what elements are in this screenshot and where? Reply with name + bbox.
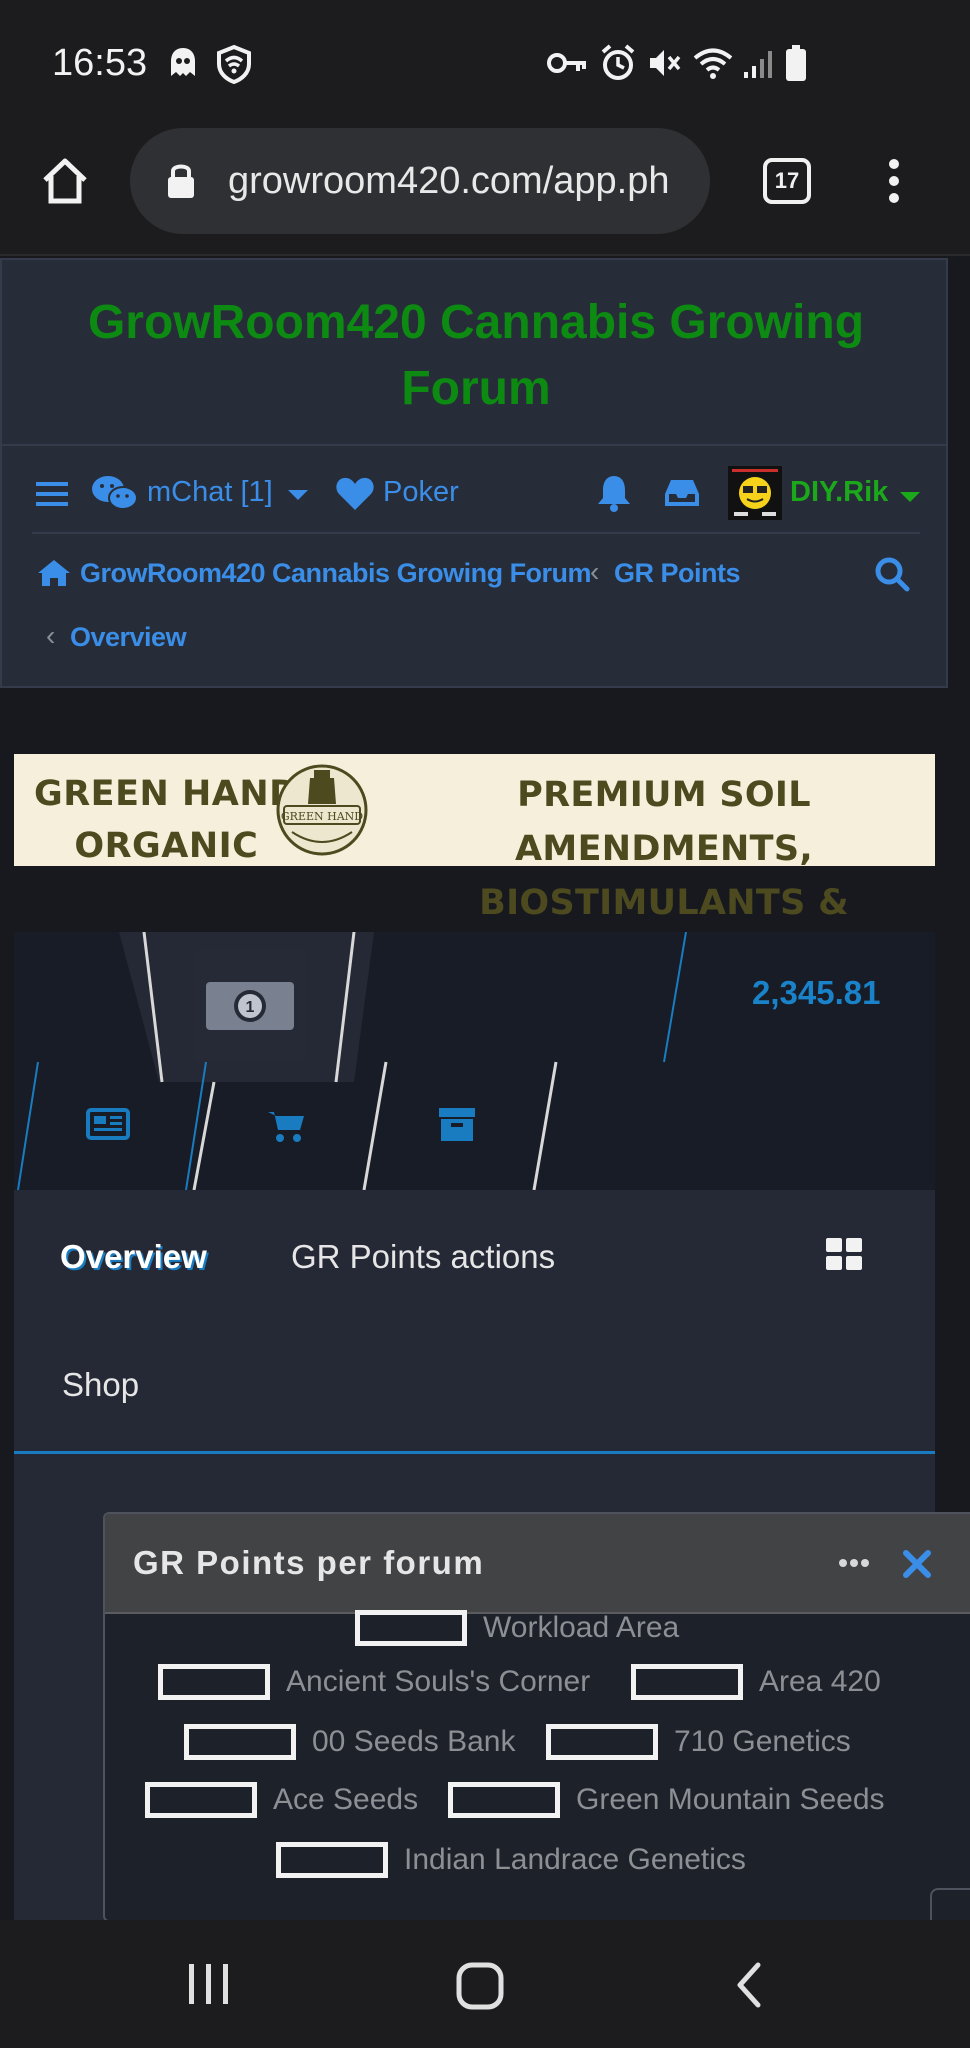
forum-name: Green Mountain Seeds [576, 1783, 885, 1816]
tab-overview[interactable]: Overview [60, 1238, 207, 1276]
forum-title[interactable]: GrowRoom420 Cannabis Growing Forum [22, 290, 930, 422]
status-bar: 16:53 [0, 0, 970, 128]
home-circle-icon[interactable] [456, 1962, 504, 2010]
status-time: 16:53 [52, 42, 148, 84]
points-tabs: Overview GR Points actions Shop [14, 1190, 935, 1454]
green-hand-logo: GREEN HAND [270, 762, 374, 858]
advertisement-banner[interactable]: GREEN HAND ORGANIC GREEN HAND PREMIUM SO… [14, 754, 935, 977]
list-item: Indian Landrace Genetics [276, 1840, 746, 1880]
hamburger-menu-icon[interactable] [36, 480, 68, 508]
close-icon[interactable] [903, 1550, 931, 1578]
heart-icon[interactable] [335, 476, 375, 512]
tab-switcher-button[interactable]: 17 [763, 158, 811, 204]
forum-points-bar [631, 1664, 743, 1700]
tab-shop[interactable]: Shop [62, 1366, 139, 1404]
list-item: 00 Seeds Bank [184, 1722, 515, 1762]
archive-icon[interactable] [438, 1106, 476, 1142]
shield-wifi-icon [217, 44, 251, 84]
grid-icon[interactable] [826, 1238, 862, 1270]
tab-gr-points-actions[interactable]: GR Points actions [291, 1238, 555, 1276]
mchat-link[interactable]: mChat [1] [147, 476, 273, 509]
modal-title: GR Points per forum [133, 1544, 485, 1581]
home-icon[interactable] [40, 156, 90, 206]
search-icon[interactable] [874, 556, 910, 592]
money-icon: 1 [206, 982, 294, 1030]
more-vert-icon[interactable] [884, 158, 904, 204]
chat-icon[interactable] [90, 474, 138, 512]
forum-name: Indian Landrace Genetics [404, 1843, 746, 1876]
url-text: growroom420.com/app.ph [228, 160, 670, 202]
cart-icon[interactable] [266, 1108, 306, 1144]
fist-logo-icon: GREEN HAND [276, 764, 368, 856]
forum-points-list: Workload Area Ancient Souls's Corner Are… [105, 1610, 970, 1920]
mute-icon [650, 50, 681, 76]
poker-link[interactable]: Poker [383, 476, 459, 509]
list-item: Area 420 [631, 1662, 881, 1702]
list-item: Green Mountain Seeds [448, 1780, 885, 1820]
user-menu-chevron-icon[interactable] [898, 490, 922, 504]
forum-name: Ace Seeds [273, 1783, 419, 1816]
newspaper-icon[interactable] [86, 1108, 130, 1140]
banner-brand-text: GREEN HAND ORGANIC [34, 774, 299, 866]
battery-icon [786, 45, 806, 81]
modal-header: GR Points per forum [105, 1514, 970, 1614]
wifi-icon [693, 48, 733, 79]
points-balance: 2,345.81 [752, 974, 881, 1011]
forum-points-bar [276, 1842, 388, 1878]
points-panel: 1 2,345.81 [14, 932, 935, 1190]
svg-text:1: 1 [246, 999, 255, 1016]
lock-icon [168, 164, 194, 198]
breadcrumb-separator: ‹ [46, 620, 56, 651]
forum-name: 710 Genetics [674, 1725, 851, 1758]
breadcrumb-separator: ‹ [590, 556, 600, 587]
forum-points-bar [158, 1664, 270, 1700]
chevron-down-icon[interactable] [286, 488, 310, 502]
breadcrumb-gr-points[interactable]: GR Points [614, 558, 741, 589]
smiley-avatar-icon [728, 466, 782, 520]
alarm-icon [601, 44, 635, 80]
scroll-handle[interactable] [930, 1888, 970, 1922]
forum-name: Ancient Souls's Corner [286, 1665, 591, 1698]
forum-points-bar [184, 1724, 296, 1760]
forum-points-bar [448, 1782, 560, 1818]
more-horiz-icon[interactable] [839, 1558, 869, 1568]
inbox-icon[interactable] [664, 478, 700, 508]
money-icon-box: 1 [194, 950, 306, 1062]
signal-icon [744, 51, 772, 78]
logo-text: GREEN HAND [281, 810, 363, 823]
system-navigation-bar [0, 1920, 970, 2048]
list-item: Ace Seeds [145, 1780, 418, 1820]
forum-name: Area 420 [759, 1665, 881, 1698]
address-bar[interactable]: growroom420.com/app.ph [130, 128, 710, 234]
forum-header: GrowRoom420 Cannabis Growing Forum mChat… [0, 258, 948, 688]
list-item: Ancient Souls's Corner [158, 1662, 590, 1702]
forum-points-bar [145, 1782, 257, 1818]
ghost-icon [171, 48, 195, 76]
recents-icon[interactable] [186, 1962, 232, 2006]
vpn-key-icon [547, 53, 586, 73]
list-item: 710 Genetics [546, 1722, 851, 1762]
username-link[interactable]: DIY.Rik [790, 476, 888, 509]
list-item: Workload Area [355, 1608, 679, 1648]
forum-nav-bar: mChat [1] Poker DIY.Rik [2, 446, 946, 546]
decorative-lines [17, 932, 687, 1190]
forum-points-bar [355, 1610, 467, 1646]
forum-name: 00 Seeds Bank [312, 1725, 516, 1758]
forum-points-bar [546, 1724, 658, 1760]
browser-toolbar: growroom420.com/app.ph 17 [0, 128, 970, 256]
breadcrumb-home[interactable]: GrowRoom420 Cannabis Growing Forum [80, 558, 592, 589]
gr-points-per-forum-modal: GR Points per forum Workload Area Ancien… [103, 1512, 970, 1922]
forum-name: Workload Area [483, 1611, 680, 1644]
back-icon[interactable] [734, 1962, 764, 2008]
avatar[interactable] [728, 466, 782, 520]
breadcrumb-overview[interactable]: Overview [70, 622, 187, 653]
home-crumb-icon[interactable] [36, 558, 72, 588]
bell-icon[interactable] [596, 474, 632, 512]
nav-divider [32, 532, 920, 534]
